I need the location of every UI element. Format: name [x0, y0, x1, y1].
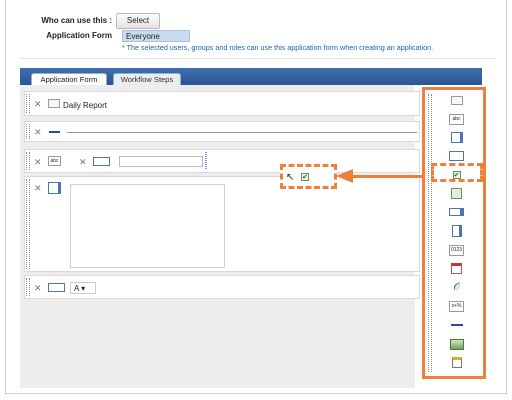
list-icon[interactable]: [449, 225, 464, 237]
select-button[interactable]: Select: [116, 13, 160, 29]
close-icon[interactable]: ✕: [34, 127, 42, 137]
close-icon[interactable]: ✕: [34, 99, 42, 109]
form-canvas: ✕ Daily Report ✕ ✕ abc ✕ ✕ ✕ A ▾: [20, 85, 420, 388]
drag-handle-icon[interactable]: [26, 124, 30, 139]
abc-text-icon: abc: [48, 156, 61, 166]
arrow-annotation: [352, 175, 430, 178]
close-icon[interactable]: ✕: [34, 283, 42, 293]
horizontal-rule: [67, 132, 417, 133]
arrow-head-icon: [336, 169, 353, 183]
form-row-text-input[interactable]: ✕ abc ✕: [24, 149, 420, 173]
date-icon[interactable]: [449, 262, 464, 274]
image-field-icon[interactable]: [449, 187, 464, 199]
formula-icon[interactable]: x+%: [449, 300, 464, 312]
drag-ghost: ↖ ✔: [280, 164, 337, 189]
drag-handle-icon[interactable]: [428, 94, 432, 372]
number-icon[interactable]: 0123: [449, 244, 464, 256]
form-row-textarea[interactable]: ✕: [24, 176, 420, 272]
checklist-icon[interactable]: [449, 356, 464, 368]
attachment-icon[interactable]: 𝒪: [449, 281, 464, 293]
who-can-use-label: Who can use this :: [41, 16, 112, 25]
label-icon[interactable]: [449, 94, 464, 106]
textarea-icon[interactable]: [449, 131, 464, 143]
field-palette: abc ✔ 0123 𝒪 x+%: [422, 87, 486, 379]
drag-handle-icon[interactable]: [26, 152, 30, 170]
palette-highlight: [431, 163, 483, 182]
form-row-label[interactable]: ✕ Daily Report: [24, 91, 420, 116]
dropdown-select[interactable]: A ▾: [70, 282, 96, 294]
tab-bar: Application Form Workflow Steps: [20, 68, 482, 86]
checkbox-icon: ✔: [301, 173, 309, 181]
close-icon[interactable]: ✕: [34, 183, 42, 193]
text-input[interactable]: [119, 156, 203, 167]
application-form-label: Application Form: [46, 31, 112, 40]
close-icon[interactable]: ✕: [34, 157, 42, 167]
textarea-field[interactable]: [70, 184, 225, 268]
line-icon: [49, 131, 60, 133]
form-row-dropdown[interactable]: ✕ A ▾: [24, 275, 420, 299]
abc-text-icon[interactable]: abc: [449, 113, 464, 125]
dropdown-icon[interactable]: [449, 206, 464, 218]
input-field-icon[interactable]: [449, 150, 464, 162]
line-icon[interactable]: [449, 319, 464, 331]
label-icon: [48, 99, 60, 108]
drag-handle-icon[interactable]: [26, 278, 30, 296]
resize-handle[interactable]: [205, 152, 207, 169]
report-title: Daily Report: [63, 101, 108, 110]
dropdown-icon: [48, 283, 65, 292]
drag-handle-icon[interactable]: [26, 179, 30, 269]
divider: [20, 58, 496, 59]
cursor-icon: ↖: [286, 172, 295, 183]
permission-note: * The selected users, groups and roles c…: [122, 43, 434, 52]
close-icon[interactable]: ✕: [79, 157, 87, 167]
drag-handle-icon[interactable]: [26, 94, 30, 113]
form-row-line[interactable]: ✕: [24, 121, 420, 142]
permission-value[interactable]: Everyone: [122, 30, 190, 42]
picture-icon[interactable]: [449, 338, 464, 350]
textarea-icon: [48, 182, 61, 194]
chevron-down-icon: ▾: [78, 284, 86, 293]
input-field-icon: [93, 157, 110, 166]
